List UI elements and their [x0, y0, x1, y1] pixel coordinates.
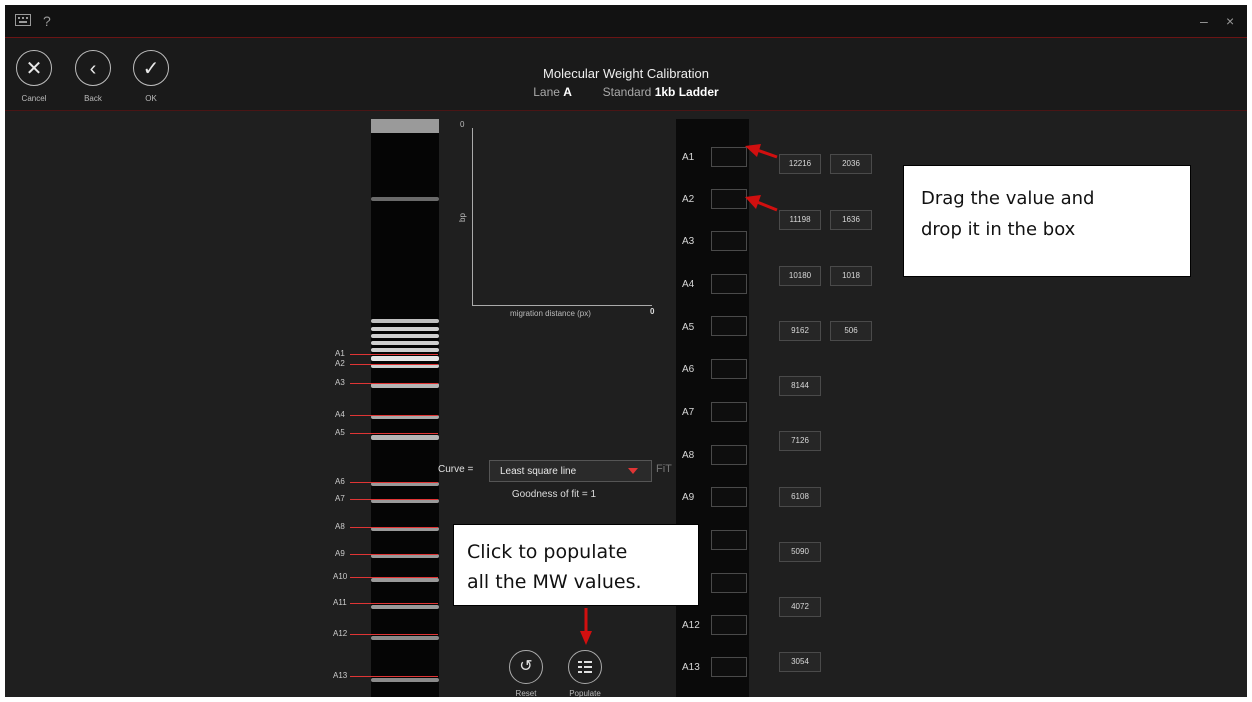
- arrow-icon: [580, 608, 592, 645]
- arrow-icon: [745, 195, 778, 212]
- arrow-icon: [745, 144, 778, 159]
- app-window: ? – × ✕ Cancel ‹ Back ✓ OK Molecular Wei…: [5, 5, 1247, 697]
- annotation-arrows: [580, 144, 778, 645]
